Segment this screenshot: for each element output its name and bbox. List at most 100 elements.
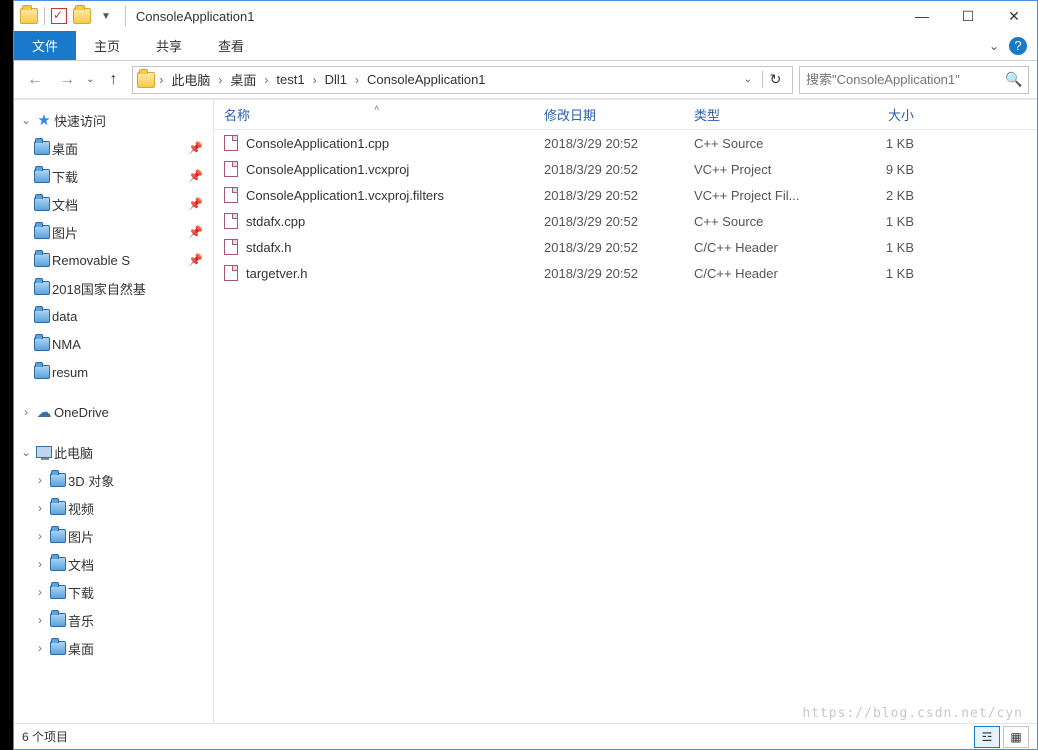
chevron-right-icon[interactable]: › — [32, 529, 48, 543]
chevron-right-icon[interactable]: › — [32, 613, 48, 627]
breadcrumb[interactable]: Dll1 — [321, 72, 351, 87]
file-name: ConsoleApplication1.cpp — [246, 136, 389, 151]
folder-icon — [34, 141, 50, 155]
chevron-right-icon[interactable]: › — [313, 73, 317, 87]
tree-label: 下载 — [68, 583, 94, 602]
folder-icon[interactable] — [20, 8, 38, 24]
file-modified: 2018/3/29 20:52 — [534, 136, 684, 151]
file-name: ConsoleApplication1.vcxproj — [246, 162, 409, 177]
tree-item[interactable]: 2018国家自然基 — [14, 274, 213, 302]
file-name: stdafx.h — [246, 240, 292, 255]
history-dropdown-icon[interactable]: ⌄ — [86, 74, 94, 85]
pin-icon: 📌 — [188, 141, 203, 155]
folder-icon — [34, 281, 50, 295]
pc-icon — [36, 446, 52, 458]
chevron-right-icon[interactable]: › — [159, 73, 163, 87]
chevron-down-icon[interactable]: ⌄ — [18, 445, 34, 459]
file-size: 1 KB — [834, 266, 924, 281]
search-input[interactable] — [800, 72, 1000, 87]
chevron-right-icon[interactable]: › — [264, 73, 268, 87]
star-icon: ★ — [37, 111, 50, 129]
search-box[interactable]: 🔍 — [799, 66, 1029, 94]
tree-item[interactable]: resum — [14, 358, 213, 386]
new-folder-icon[interactable] — [73, 8, 91, 24]
folder-icon — [50, 501, 66, 515]
chevron-right-icon[interactable]: › — [218, 73, 222, 87]
tree-quick-access[interactable]: ⌄ ★ 快速访问 — [14, 106, 213, 134]
tree-this-pc[interactable]: ⌄ 此电脑 — [14, 438, 213, 466]
tree-item[interactable]: ›视频 — [14, 494, 213, 522]
chevron-right-icon[interactable]: › — [32, 557, 48, 571]
ribbon-expand-icon[interactable]: ⌄ — [989, 39, 999, 53]
tree-item[interactable]: data — [14, 302, 213, 330]
file-row[interactable]: ConsoleApplication1.vcxproj2018/3/29 20:… — [214, 156, 1037, 182]
close-button[interactable]: ✕ — [991, 1, 1037, 31]
breadcrumb[interactable]: 桌面 — [226, 70, 260, 89]
back-button[interactable]: ← — [22, 67, 48, 93]
tree-item[interactable]: ›3D 对象 — [14, 466, 213, 494]
qat-dropdown-icon[interactable]: ▼ — [97, 11, 115, 22]
chevron-right-icon[interactable]: › — [355, 73, 359, 87]
maximize-button[interactable]: ☐ — [945, 1, 991, 31]
chevron-right-icon[interactable]: › — [32, 641, 48, 655]
window-controls: — ☐ ✕ — [899, 1, 1037, 31]
navigation-pane[interactable]: ⌄ ★ 快速访问 桌面📌下载📌文档📌图片📌Removable S📌2018国家自… — [14, 100, 214, 723]
tree-item[interactable]: › 下载 — [14, 578, 213, 606]
tree-item[interactable]: 桌面📌 — [14, 134, 213, 162]
thumbnails-view-button[interactable]: ▦ — [1003, 726, 1029, 748]
properties-icon[interactable] — [51, 8, 67, 24]
chevron-right-icon[interactable]: › — [32, 585, 48, 599]
file-row[interactable]: ConsoleApplication1.cpp2018/3/29 20:52C+… — [214, 130, 1037, 156]
column-type[interactable]: 类型 — [684, 105, 834, 124]
tree-label: resum — [52, 365, 88, 380]
tree-item[interactable]: ›桌面 — [14, 634, 213, 662]
chevron-right-icon[interactable]: › — [18, 405, 34, 419]
column-name[interactable]: ˄名称 — [214, 105, 534, 124]
tree-item[interactable]: NMA — [14, 330, 213, 358]
tree-item[interactable]: 文档📌 — [14, 190, 213, 218]
up-button[interactable]: ↑ — [100, 67, 126, 93]
tree-item[interactable]: ›图片 — [14, 522, 213, 550]
breadcrumb[interactable]: test1 — [272, 72, 308, 87]
breadcrumb[interactable]: ConsoleApplication1 — [363, 72, 490, 87]
minimize-button[interactable]: — — [899, 1, 945, 31]
help-icon[interactable]: ? — [1009, 37, 1027, 55]
chevron-right-icon[interactable]: › — [32, 501, 48, 515]
column-modified[interactable]: 修改日期 — [534, 105, 684, 124]
tab-view[interactable]: 查看 — [200, 31, 262, 60]
tree-label: 文档 — [52, 195, 78, 214]
folder-icon — [50, 529, 66, 543]
address-dropdown-icon[interactable]: ⌄ — [744, 74, 758, 85]
file-row[interactable]: targetver.h2018/3/29 20:52C/C++ Header1 … — [214, 260, 1037, 286]
folder-icon — [34, 197, 50, 211]
tree-item[interactable]: 下载📌 — [14, 162, 213, 190]
file-row[interactable]: ConsoleApplication1.vcxproj.filters2018/… — [214, 182, 1037, 208]
file-modified: 2018/3/29 20:52 — [534, 240, 684, 255]
details-view-button[interactable]: ☲ — [974, 726, 1000, 748]
address-bar[interactable]: › 此电脑 › 桌面 › test1 › Dll1 › ConsoleAppli… — [132, 66, 793, 94]
body: ⌄ ★ 快速访问 桌面📌下载📌文档📌图片📌Removable S📌2018国家自… — [14, 99, 1037, 723]
file-row[interactable]: stdafx.cpp2018/3/29 20:52C++ Source1 KB — [214, 208, 1037, 234]
tree-item[interactable]: 图片📌 — [14, 218, 213, 246]
file-row[interactable]: stdafx.h2018/3/29 20:52C/C++ Header1 KB — [214, 234, 1037, 260]
search-icon[interactable]: 🔍 — [1000, 71, 1028, 88]
file-tab[interactable]: 文件 — [14, 31, 76, 60]
forward-button[interactable]: → — [54, 67, 80, 93]
file-list[interactable]: ConsoleApplication1.cpp2018/3/29 20:52C+… — [214, 130, 1037, 723]
file-type: VC++ Project Fil... — [684, 188, 834, 203]
column-size[interactable]: 大小 — [834, 105, 924, 124]
folder-icon — [50, 557, 66, 571]
tree-item[interactable]: Removable S📌 — [14, 246, 213, 274]
refresh-button[interactable]: ↻ — [762, 71, 788, 88]
breadcrumb[interactable]: 此电脑 — [167, 70, 214, 89]
navigation-bar: ← → ⌄ ↑ › 此电脑 › 桌面 › test1 › Dll1 › Cons… — [14, 61, 1037, 99]
chevron-down-icon[interactable]: ⌄ — [18, 113, 34, 127]
tree-onedrive[interactable]: › ☁ OneDrive — [14, 398, 213, 426]
tab-home[interactable]: 主页 — [76, 31, 138, 60]
tree-item[interactable]: ›音乐 — [14, 606, 213, 634]
tab-share[interactable]: 共享 — [138, 31, 200, 60]
chevron-right-icon[interactable]: › — [32, 473, 48, 487]
tree-item[interactable]: ›文档 — [14, 550, 213, 578]
file-size: 1 KB — [834, 136, 924, 151]
pin-icon: 📌 — [188, 253, 203, 267]
